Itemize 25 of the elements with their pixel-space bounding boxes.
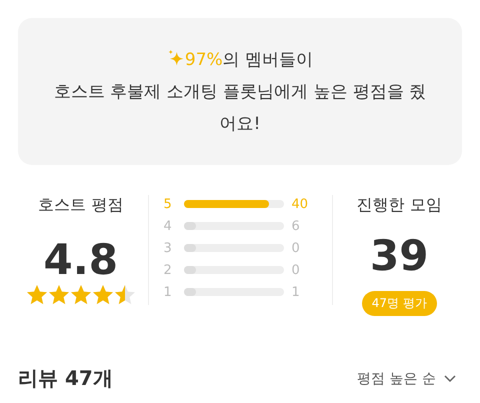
rating-count: 0 (290, 262, 301, 278)
score-label: 2 (164, 262, 173, 278)
rating-count: 6 (290, 218, 301, 234)
banner-text: 97%의 멤버들이 호스트 후불제 소개팅 플롯님에게 높은 평점을 줬어요! (52, 48, 428, 136)
reviews-title: 리뷰 47개 (18, 365, 113, 392)
rating-score: 4.8 (44, 237, 118, 283)
score-label: 5 (164, 196, 173, 212)
star-icon (92, 285, 113, 305)
score-label: 4 (164, 218, 173, 234)
star-icon (70, 285, 91, 305)
rating-count: 40 (290, 196, 310, 212)
meetings-count: 39 (370, 233, 428, 279)
score-label: 1 (164, 284, 173, 300)
meetings-label: 진행한 모임 (356, 195, 442, 215)
sparkle-icon (166, 49, 185, 67)
score-label: 3 (164, 240, 173, 256)
star-icon (114, 285, 135, 305)
star-icon (48, 285, 69, 305)
sort-dropdown[interactable]: 평점 높은 순 (357, 370, 462, 388)
ratings-count-badge: 47명 평가 (362, 291, 437, 316)
host-rating-label: 호스트 평점 (38, 195, 124, 215)
star-icon (26, 285, 47, 305)
rating-count: 1 (290, 284, 301, 300)
chevron-down-icon (444, 374, 456, 382)
rating-count: 0 (290, 240, 301, 256)
